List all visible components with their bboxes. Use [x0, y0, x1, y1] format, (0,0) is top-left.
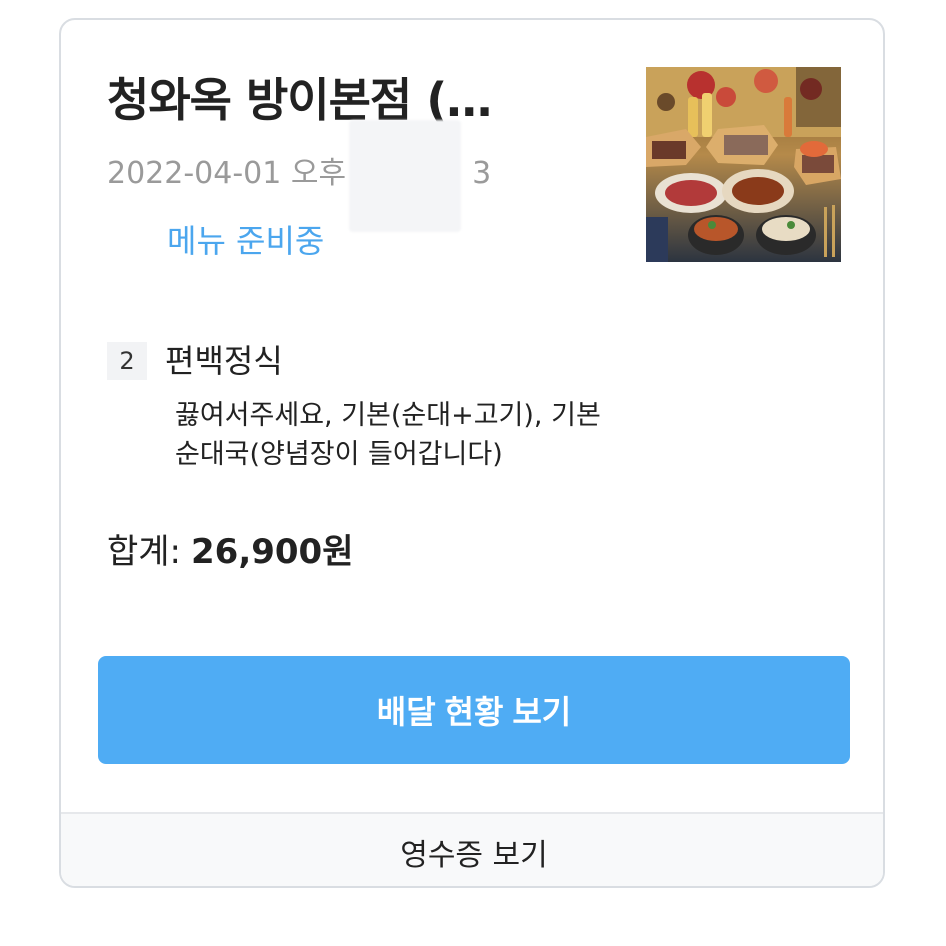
order-date-suffix: 3: [472, 156, 492, 191]
total-label: 합계:: [107, 532, 182, 572]
view-receipt-button[interactable]: 영수증 보기: [61, 812, 883, 886]
food-photo-image: [646, 67, 841, 262]
track-delivery-button[interactable]: 배달 현황 보기: [98, 656, 850, 764]
item-name: 편백정식: [165, 342, 283, 380]
order-total: 합계: 26,900원: [107, 524, 354, 573]
item-options-line: 순대국(양념장이 들어갑니다): [175, 439, 503, 470]
order-status: 메뉴 준비중: [167, 222, 325, 260]
order-card: 청와옥 방이본점 (… 2022-04-01 오후 3 메뉴 준비중 2 편백정…: [59, 18, 885, 888]
item-options: 끓여서주세요, 기본(순대+고기), 기본 순대국(양념장이 들어갑니다): [175, 396, 735, 474]
store-name[interactable]: 청와옥 방이본점 (…: [107, 64, 567, 130]
redaction-patch: [349, 120, 461, 232]
order-date-prefix: 2022-04-01 오후: [107, 156, 347, 191]
item-options-line: 끓여서주세요, 기본(순대+고기), 기본: [175, 400, 601, 431]
store-thumbnail[interactable]: [646, 67, 841, 262]
item-quantity-badge: 2: [107, 342, 147, 380]
total-amount: 26,900원: [191, 532, 354, 572]
